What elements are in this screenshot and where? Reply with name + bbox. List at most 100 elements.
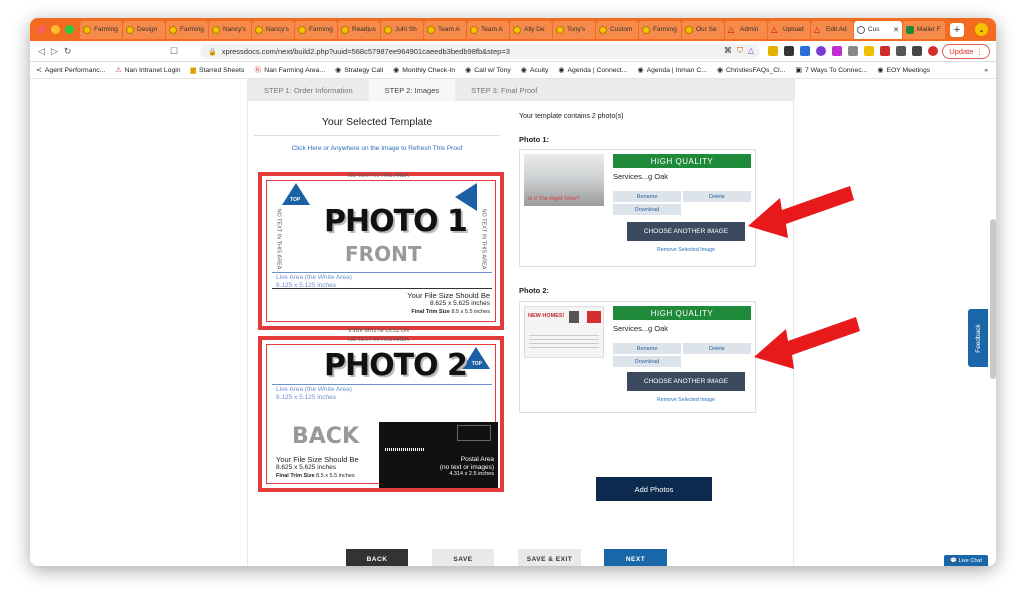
postal-note: (no text or images) [439,463,494,471]
photo-1-delete-button[interactable]: Delete [683,191,751,202]
close-window-button[interactable] [37,25,46,34]
bookmark-item[interactable]: ▣ 7 Ways To Connec... [795,65,867,75]
photo-2-remove-link[interactable]: Remove Selected Image [627,397,745,403]
browser-tab[interactable]: △ Upload [768,20,810,39]
browser-tab[interactable]: Team A [467,20,509,39]
page-scrollbar[interactable] [990,219,996,379]
back-button[interactable]: BACK [346,549,408,566]
step-1-tab[interactable]: STEP 1: Order Information [248,79,369,101]
bookmark-item[interactable]: ◉ Agenda | Inman C... [637,65,706,75]
extension-calendar-icon[interactable] [768,46,778,56]
feedback-tab[interactable]: Feedback [968,309,988,367]
browser-tab[interactable]: Farming [295,20,337,39]
browser-tab[interactable]: Farming [80,20,122,39]
photo-1-download-button[interactable]: Download [613,204,681,215]
new-tab-button[interactable]: + [950,22,964,37]
photo-2-rename-button[interactable]: Rename [613,343,681,354]
reload-icon[interactable]: ↻ [64,46,72,57]
browser-tab[interactable]: Custom [596,20,638,39]
browser-tab[interactable]: Farming [166,20,208,39]
bookmark-item[interactable]: ◉ Monthly Check-In [393,65,455,75]
front-proof[interactable]: NO TEXT IN THIS AREA NO TEXT IN THIS ARE… [258,172,504,332]
tab-label: Our Se [696,26,717,33]
photo-1-thumbnail[interactable]: Is It The Right Time? [524,154,604,206]
update-button[interactable]: Update ⋮ [942,44,990,59]
photo-2-choose-button[interactable]: CHOOSE ANOTHER IMAGE [627,372,745,391]
photo-1-rename-button[interactable]: Rename [613,191,681,202]
save-button[interactable]: SAVE [432,549,494,566]
back-proof[interactable]: NO TEXT IN THIS AREA TOP PHOTO 2 Live Ar… [258,336,504,492]
forward-arrow-icon[interactable]: ▷ [51,46,58,57]
extensions-icon[interactable] [896,46,906,56]
favicon-icon [857,25,865,34]
alert-triangle-icon[interactable]: △ [748,46,754,56]
browser-tab[interactable]: Farming [639,20,681,39]
live-chat-button[interactable]: 💬 Live Chat [944,555,988,566]
photo-2-delete-button[interactable]: Delete [683,343,751,354]
next-button[interactable]: NEXT [604,549,667,566]
front-photo-label: PHOTO 1 [324,204,468,239]
bookmark-item[interactable]: ◉ Acuity [521,65,549,75]
page-content: STEP 1: Order Information STEP 2: Images… [30,79,996,566]
extension-grey-icon[interactable] [848,46,858,56]
step-3-tab[interactable]: STEP 3: Final Proof [455,79,553,101]
photo-2-thumbnail[interactable]: NEW HOMES! [524,306,604,358]
profile-avatar-icon[interactable] [928,46,938,56]
extension-red-icon[interactable] [880,46,890,56]
media-icon[interactable] [912,46,922,56]
url-field[interactable]: 🔒 xpressdocs.com/next/build2.php?uuid=56… [200,44,760,59]
bookmark-icon: ◉ [335,67,342,74]
tab-search-icon[interactable]: ⌄ [975,23,988,36]
extension-purple-icon[interactable] [816,46,826,56]
bookmark-item[interactable]: ≺ Agent Performanc... [36,65,105,75]
photo-1-remove-link[interactable]: Remove Selected Image [627,247,745,253]
bookmark-item[interactable]: ◉ Strategy Call [335,65,383,75]
bookmark-item[interactable]: ◉ Agenda | Connect... [558,65,627,75]
tab-label: Juhi Sh [395,26,417,33]
postal-label: Postal Area [460,456,494,463]
browser-tab[interactable]: Nancy's [252,20,294,39]
browser-tab[interactable]: Nancy's [209,20,251,39]
extension-puzzle-icon[interactable] [784,46,794,56]
browser-tab[interactable]: Cus ✕ [854,20,902,39]
back-live-area-size: 8.125 x 5.125 inches [276,394,336,401]
photo-1-thumb-caption: Is It The Right Time? [528,196,579,202]
extension-blue-icon[interactable] [800,46,810,56]
maximize-window-button[interactable] [65,25,74,34]
qr-code-icon[interactable]: ⌘ [724,46,732,56]
extension-yellow-icon[interactable] [864,46,874,56]
refresh-proof-link[interactable]: Click Here or Anywhere on the Image to R… [254,145,500,152]
photo-2-name: Services...g Oak [613,324,669,333]
save-exit-button[interactable]: SAVE & EXIT [518,549,581,566]
bookmark-item[interactable]: ▆ Starred Sheets [191,65,245,75]
browser-tab[interactable]: Tony's [553,20,595,39]
tab-bar: Farming Design Farming Nancy's Nancy's Farmin… [30,18,996,41]
photo-2-download-button[interactable]: Download [613,356,681,367]
browser-tab[interactable]: Mailer F [903,20,945,39]
browser-tab[interactable]: Juhi Sh [381,20,423,39]
browser-tab[interactable]: △ Edit Ad [811,20,853,39]
bookmark-item[interactable]: ◉ ChristiesFAQs_Cl... [717,65,785,75]
add-photos-button[interactable]: Add Photos [596,477,712,501]
bookmark-item[interactable]: ◉ Call w/ Tony [465,65,511,75]
browser-tab[interactable]: Design [123,20,165,39]
favicon-icon [169,25,177,34]
close-tab-icon[interactable]: ✕ [893,26,899,34]
browser-tab[interactable]: Our Se [682,20,724,39]
photo-2-thumb-caption: NEW HOMES! [528,313,565,319]
more-bookmarks-icon[interactable]: » [984,67,988,74]
step-2-tab[interactable]: STEP 2: Images [368,79,456,101]
back-arrow-icon[interactable]: ◁ [38,46,45,57]
browser-tab[interactable]: Team A [424,20,466,39]
bookmark-item[interactable]: ⚠ Nan Intranet Login [115,65,180,75]
bookmark-page-icon[interactable]: ☐ [170,46,178,57]
browser-tab[interactable]: Ally De [510,20,552,39]
minimize-window-button[interactable] [51,25,60,34]
bookmark-item[interactable]: Ⓝ Nan Farming Area... [254,65,325,75]
photo-1-choose-button[interactable]: CHOOSE ANOTHER IMAGE [627,222,745,241]
browser-tab[interactable]: △ Admin [725,20,767,39]
extension-magenta-icon[interactable] [832,46,842,56]
browser-tab[interactable]: Readjus [338,20,380,39]
bookmark-item[interactable]: ◉ EOY Meetings [877,65,930,75]
shield-icon[interactable]: ⛉ [737,46,743,56]
